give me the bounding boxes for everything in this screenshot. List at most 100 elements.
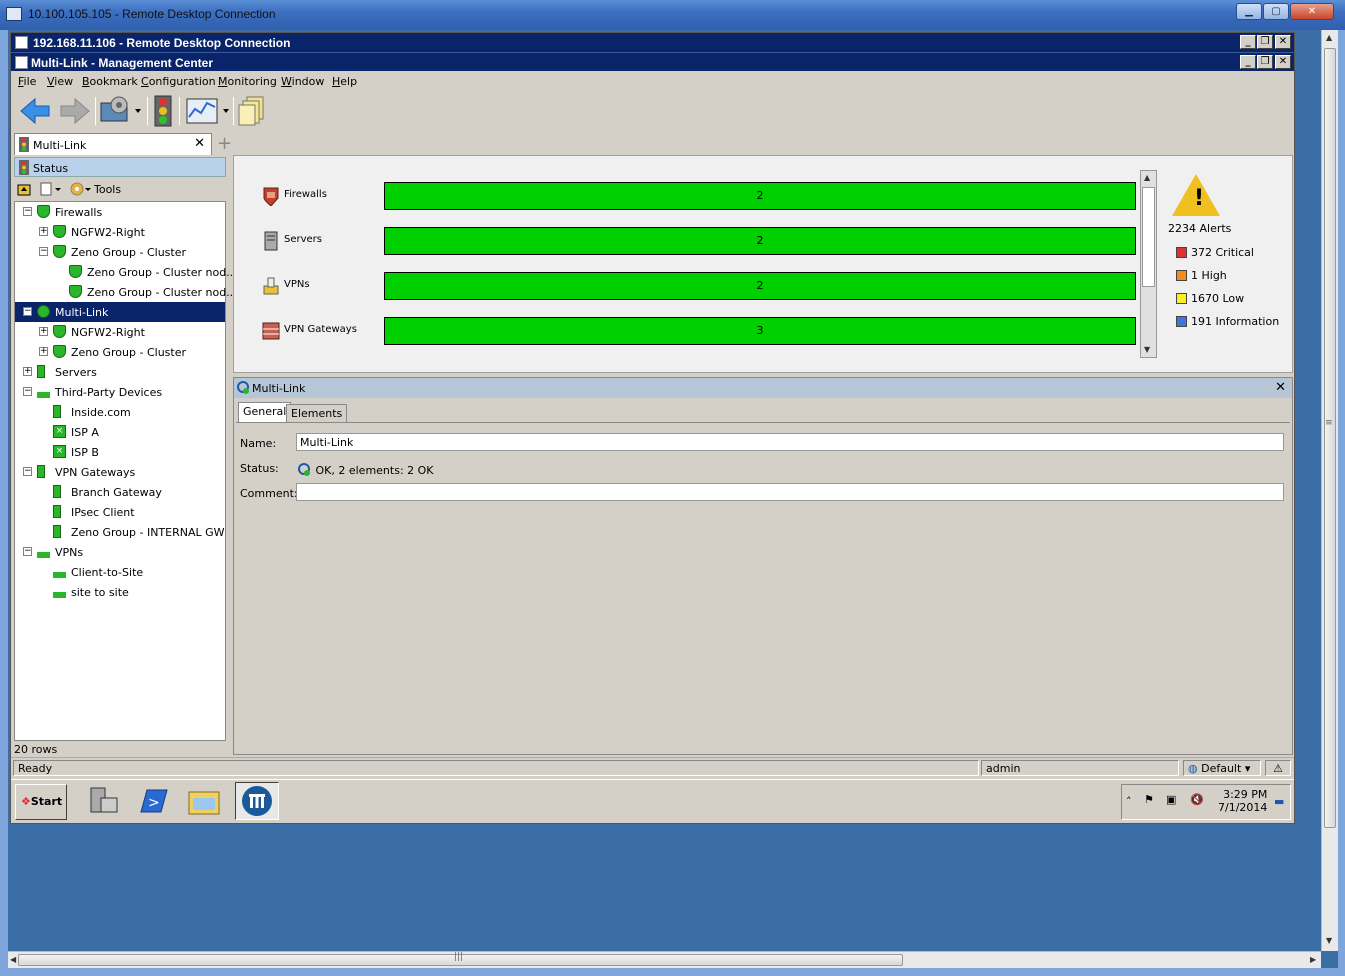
configuration-gear-icon[interactable] bbox=[99, 95, 143, 127]
comment-field[interactable] bbox=[296, 483, 1284, 501]
menu-file[interactable]: File bbox=[18, 75, 36, 88]
show-desktop-icon[interactable]: ▬ bbox=[1274, 795, 1284, 808]
tree-node[interactable]: Client-to-Site bbox=[15, 562, 225, 582]
summary-bar-firewalls[interactable]: 2 bbox=[384, 182, 1136, 210]
scroll-up-icon[interactable]: ▲ bbox=[1144, 173, 1150, 182]
alerts-total[interactable]: 2234 Alerts bbox=[1168, 222, 1231, 235]
outer-horizontal-scrollbar[interactable]: ◀ ||| ▶ bbox=[8, 951, 1321, 968]
scroll-left-icon[interactable]: ◀ bbox=[10, 955, 16, 964]
tree-node[interactable]: Zeno Group - Cluster nod... bbox=[15, 262, 237, 282]
scroll-right-icon[interactable]: ▶ bbox=[1310, 955, 1316, 964]
tree-node[interactable]: + Zeno Group - Cluster bbox=[15, 342, 225, 362]
scroll-up-icon[interactable]: ▲ bbox=[1326, 33, 1332, 42]
tree-node[interactable]: + NGFW2-Right bbox=[15, 222, 225, 242]
tree-node[interactable]: − Firewalls bbox=[15, 202, 225, 222]
outer-maximize-button[interactable]: ▢ bbox=[1263, 3, 1289, 20]
tab-elements[interactable]: Elements bbox=[286, 404, 348, 422]
inner-minimize-button[interactable]: _ bbox=[1240, 35, 1256, 49]
powershell-icon[interactable]: > bbox=[131, 782, 175, 820]
tree-node[interactable]: − Zeno Group - Cluster bbox=[15, 242, 225, 262]
summary-bar-servers[interactable]: 2 bbox=[384, 227, 1136, 255]
collapse-icon[interactable]: − bbox=[39, 247, 48, 256]
menu-bookmark[interactable]: Bookmark bbox=[82, 75, 138, 88]
server-manager-icon[interactable] bbox=[81, 782, 125, 820]
up-folder-icon[interactable] bbox=[17, 182, 31, 196]
collapse-icon[interactable]: − bbox=[23, 307, 32, 316]
summary-row-vpn-gateways[interactable]: VPN Gateways 3 bbox=[258, 315, 1138, 345]
close-icon[interactable]: ✕ bbox=[1275, 380, 1286, 395]
summary-scroll-thumb[interactable] bbox=[1142, 187, 1155, 287]
collapse-icon[interactable]: − bbox=[23, 387, 32, 396]
flag-icon[interactable]: ⚑ bbox=[1144, 793, 1154, 806]
tree-node[interactable]: × ISP A bbox=[15, 422, 225, 442]
summary-bar-vpn-gateways[interactable]: 3 bbox=[384, 317, 1136, 345]
tree-node[interactable]: − Third-Party Devices bbox=[15, 382, 225, 402]
alert-high[interactable]: 1 High bbox=[1176, 269, 1227, 282]
start-button[interactable]: ❖Start bbox=[15, 784, 67, 820]
forward-arrow-icon[interactable] bbox=[59, 95, 91, 127]
outer-close-button[interactable]: ✕ bbox=[1290, 3, 1334, 20]
menu-window[interactable]: Window bbox=[281, 75, 324, 88]
app-minimize-button[interactable]: _ bbox=[1240, 55, 1256, 69]
summary-row-vpns[interactable]: VPNs 2 bbox=[258, 270, 1138, 300]
expand-icon[interactable]: + bbox=[39, 227, 48, 236]
menu-help[interactable]: Help bbox=[332, 75, 357, 88]
management-center-task-button[interactable] bbox=[235, 782, 279, 820]
outer-minimize-button[interactable]: ▁ bbox=[1236, 3, 1262, 20]
collapse-icon[interactable]: − bbox=[23, 467, 32, 476]
outer-vscroll-thumb[interactable] bbox=[1324, 48, 1336, 828]
new-element-icon[interactable] bbox=[40, 182, 64, 196]
tree-node[interactable]: Inside.com bbox=[15, 402, 225, 422]
tree-node[interactable]: − VPN Gateways bbox=[15, 462, 225, 482]
collapse-icon[interactable]: − bbox=[23, 207, 32, 216]
tree-node[interactable]: − VPNs bbox=[15, 542, 225, 562]
traffic-light-icon[interactable] bbox=[151, 95, 175, 127]
monitoring-chart-icon[interactable] bbox=[185, 95, 231, 127]
alert-low[interactable]: 1670 Low bbox=[1176, 292, 1244, 305]
menu-monitoring[interactable]: Monitoring bbox=[218, 75, 277, 88]
menu-view[interactable]: View bbox=[47, 75, 73, 88]
tree-node[interactable]: IPsec Client bbox=[15, 502, 225, 522]
summary-row-servers[interactable]: Servers 2 bbox=[258, 225, 1138, 255]
volume-muted-icon[interactable]: 🔇 bbox=[1190, 793, 1204, 806]
documents-icon[interactable] bbox=[237, 95, 267, 127]
clock[interactable]: 3:29 PM 7/1/2014 bbox=[1218, 788, 1267, 814]
tools-menu-button[interactable]: Tools bbox=[94, 183, 121, 196]
scroll-down-icon[interactable]: ▼ bbox=[1144, 345, 1150, 354]
alert-critical[interactable]: 372 Critical bbox=[1176, 246, 1254, 259]
chevron-up-icon[interactable]: ˄ bbox=[1126, 795, 1132, 808]
expand-icon[interactable]: + bbox=[23, 367, 32, 376]
network-icon[interactable]: ▣ bbox=[1166, 793, 1176, 806]
back-arrow-icon[interactable] bbox=[19, 95, 51, 127]
tree-node[interactable]: Branch Gateway bbox=[15, 482, 225, 502]
tree-node[interactable]: + NGFW2-Right bbox=[15, 322, 225, 342]
profile-dropdown[interactable]: ◍ Default ▾ bbox=[1183, 760, 1261, 776]
inner-restore-button[interactable]: ❐ bbox=[1257, 35, 1273, 49]
tab-multi-link[interactable]: Multi-Link ✕ bbox=[14, 133, 212, 155]
expand-icon[interactable]: + bbox=[39, 327, 48, 336]
app-restore-button[interactable]: ❐ bbox=[1257, 55, 1273, 69]
summary-scrollbar[interactable]: ▲ ▼ bbox=[1140, 170, 1157, 358]
outer-vertical-scrollbar[interactable]: ▲ ≡ ▼ bbox=[1321, 30, 1338, 951]
app-close-button[interactable]: ✕ bbox=[1275, 55, 1291, 69]
expand-icon[interactable]: + bbox=[39, 347, 48, 356]
inner-close-button[interactable]: ✕ bbox=[1275, 35, 1291, 49]
tab-general[interactable]: General bbox=[238, 402, 292, 422]
explorer-folder-icon[interactable] bbox=[183, 782, 227, 820]
close-icon[interactable]: ✕ bbox=[194, 136, 205, 151]
summary-row-firewalls[interactable]: Firewalls 2 bbox=[258, 180, 1138, 210]
collapse-icon[interactable]: − bbox=[23, 547, 32, 556]
warning-icon[interactable]: ⚠ bbox=[1265, 760, 1291, 776]
alert-information[interactable]: 191 Information bbox=[1176, 315, 1279, 328]
tree-node[interactable]: Zeno Group - Cluster nod... bbox=[15, 282, 237, 302]
tree-node[interactable]: site to site bbox=[15, 582, 225, 602]
summary-bar-vpns[interactable]: 2 bbox=[384, 272, 1136, 300]
tree-node[interactable]: − Multi-Link bbox=[15, 302, 225, 322]
gear-icon[interactable] bbox=[70, 182, 94, 196]
tree-node[interactable]: × ISP B bbox=[15, 442, 225, 462]
tree-node[interactable]: Zeno Group - INTERNAL GW bbox=[15, 522, 225, 542]
scroll-down-icon[interactable]: ▼ bbox=[1326, 936, 1332, 945]
name-field[interactable]: Multi-Link bbox=[296, 433, 1284, 451]
tree-node[interactable]: + Servers bbox=[15, 362, 225, 382]
add-tab-button[interactable]: + bbox=[217, 133, 232, 154]
